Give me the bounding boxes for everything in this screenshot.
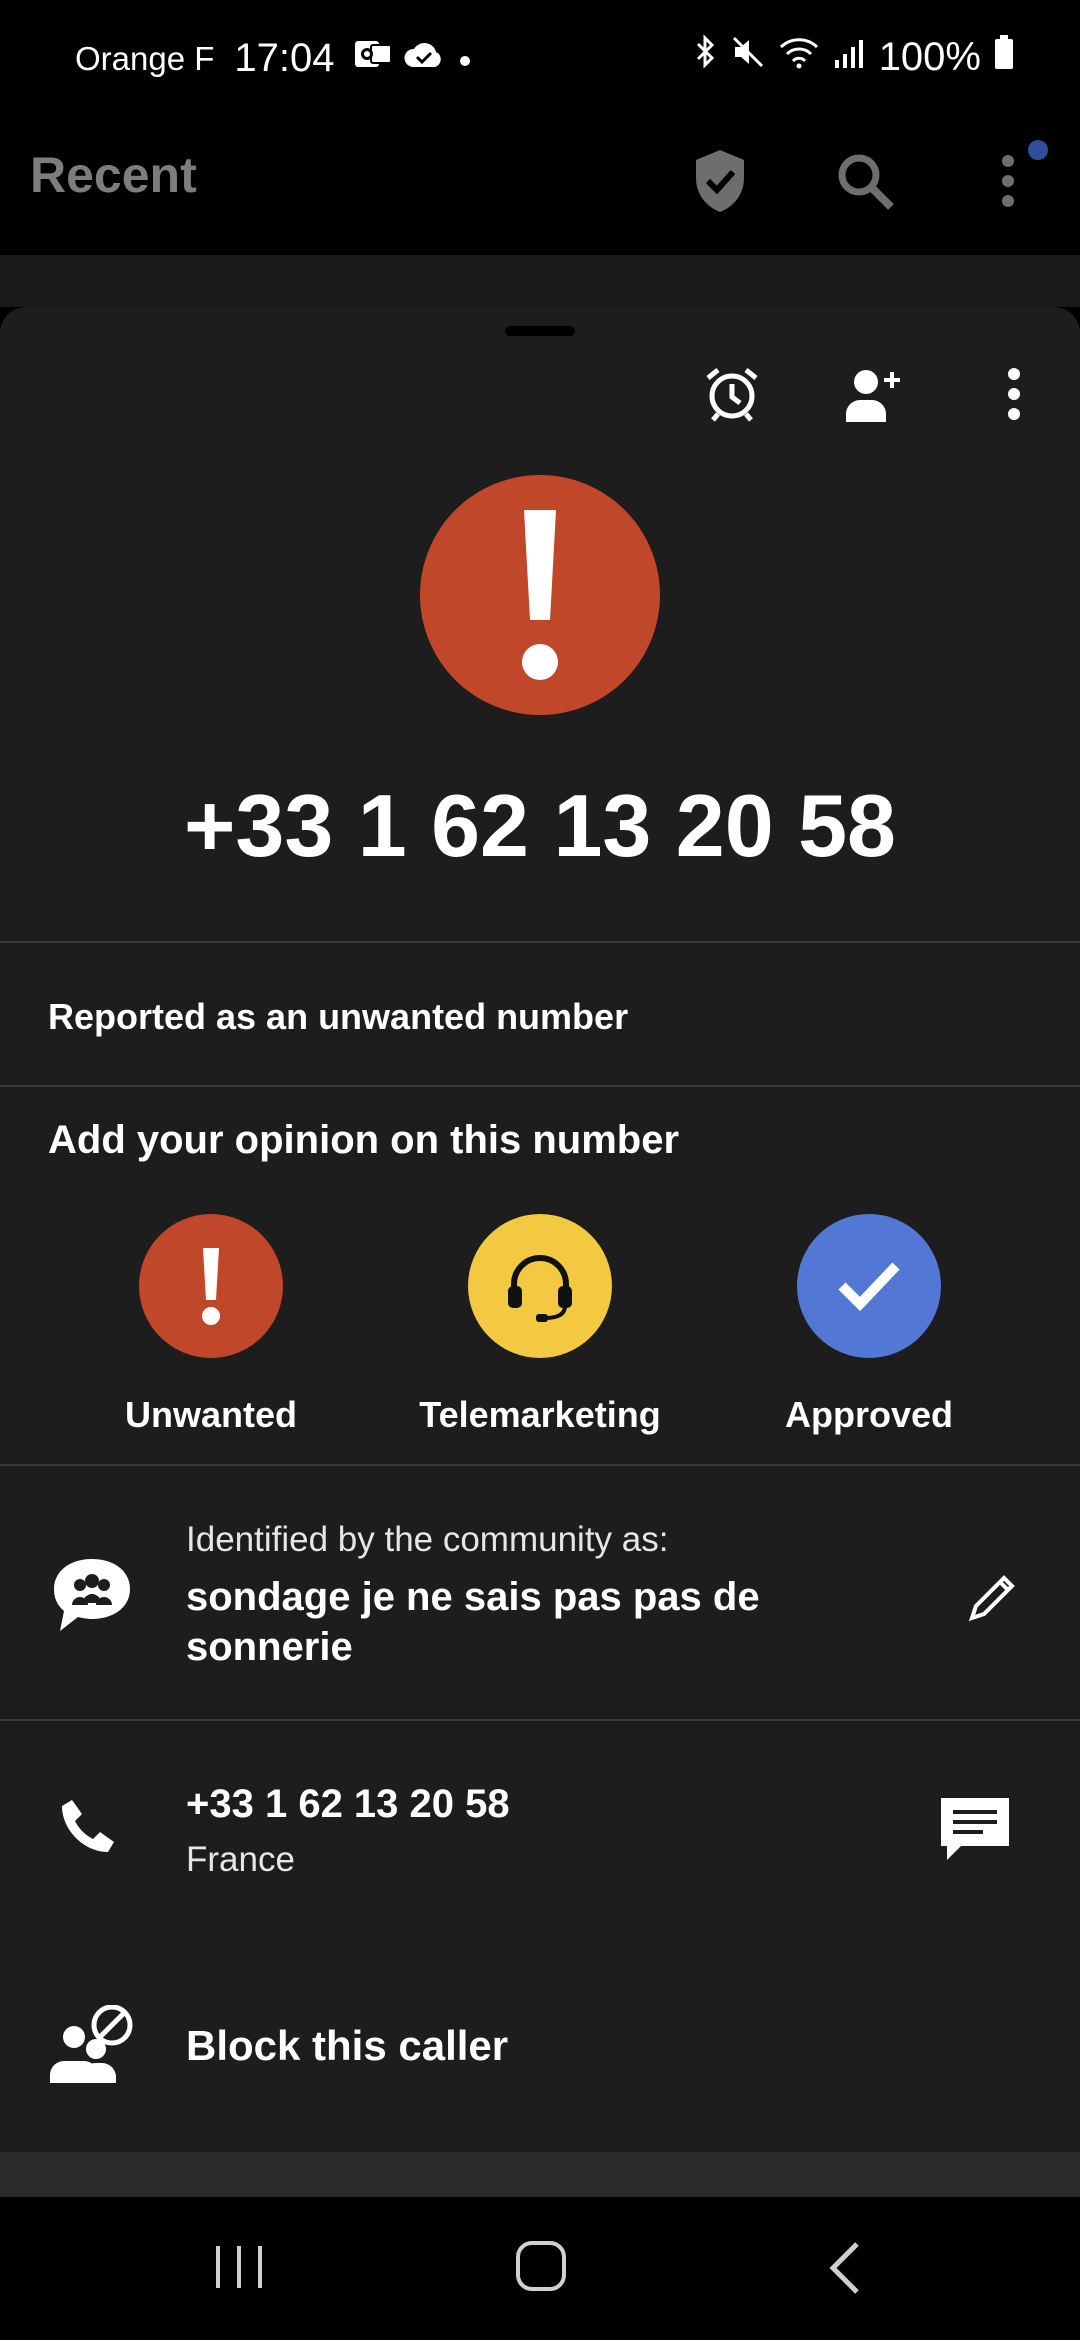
number-row-value[interactable]: +33 1 62 13 20 58 xyxy=(186,1782,510,1827)
reported-status: Reported as an unwanted number xyxy=(48,996,629,1037)
divider xyxy=(0,1085,1080,1087)
status-right: 100% xyxy=(679,34,1015,80)
divider xyxy=(0,1719,1080,1721)
community-value: sondage je ne sais pas pas de sonnerie xyxy=(186,1575,760,1669)
unwanted-label[interactable]: Unwanted xyxy=(61,1394,361,1436)
app-header: Recent xyxy=(0,120,1080,255)
divider xyxy=(0,941,1080,943)
outlook-notification-icon xyxy=(353,36,393,81)
add-contact-icon[interactable] xyxy=(834,354,914,434)
block-caller-icon xyxy=(46,2004,138,2090)
exclamation-icon xyxy=(202,1248,220,1325)
community-label: Identified by the community as: xyxy=(186,1520,669,1559)
status-left: Orange F 17:04 xyxy=(75,36,485,81)
sheet-more-icon[interactable] xyxy=(974,354,1054,434)
approved-label[interactable]: Approved xyxy=(719,1394,1019,1436)
community-icon xyxy=(50,1555,134,1640)
telemarketing-label[interactable]: Telemarketing xyxy=(390,1394,690,1436)
check-icon xyxy=(838,1262,900,1312)
unwanted-button[interactable] xyxy=(139,1214,283,1358)
message-icon[interactable] xyxy=(935,1788,1015,1868)
opinion-title: Add your opinion on this number xyxy=(48,1118,680,1162)
carrier-name: Orange F xyxy=(75,39,215,77)
alarm-clock-icon[interactable] xyxy=(692,354,772,434)
block-caller-button[interactable]: Block this caller xyxy=(186,2022,508,2070)
phone-icon xyxy=(58,1796,120,1863)
battery-icon xyxy=(993,34,1015,80)
recent-apps-icon[interactable] xyxy=(212,2242,266,2297)
telemarketing-button[interactable] xyxy=(468,1214,612,1358)
exclamation-icon xyxy=(522,510,558,680)
back-icon[interactable] xyxy=(825,2240,865,2301)
dot-icon xyxy=(455,36,475,81)
battery-percent: 100% xyxy=(878,34,981,79)
signal-icon xyxy=(833,35,867,80)
cloud-check-icon xyxy=(403,36,445,81)
home-icon[interactable] xyxy=(513,2238,569,2299)
divider xyxy=(0,1464,1080,1466)
bottom-strip xyxy=(0,2152,1080,2197)
caller-number: +33 1 62 13 20 58 xyxy=(184,776,896,875)
unwanted-alert-avatar xyxy=(420,475,660,715)
search-icon[interactable] xyxy=(825,141,905,221)
status-time: 17:04 xyxy=(234,36,335,80)
edit-pencil-icon[interactable] xyxy=(955,1555,1035,1635)
shield-check-icon[interactable] xyxy=(680,141,760,221)
system-nav-bar xyxy=(0,2197,1080,2340)
bluetooth-icon xyxy=(691,34,719,80)
notification-badge xyxy=(1028,140,1048,160)
sheet-drag-handle[interactable] xyxy=(505,326,575,336)
number-country: France xyxy=(186,1840,295,1879)
status-bar: Orange F 17:04 100% xyxy=(0,0,1080,120)
mute-icon xyxy=(731,34,765,80)
list-gap xyxy=(0,255,1080,307)
approved-button[interactable] xyxy=(797,1214,941,1358)
page-title: Recent xyxy=(30,147,197,203)
wifi-icon xyxy=(777,34,821,80)
headset-icon xyxy=(508,1255,572,1322)
